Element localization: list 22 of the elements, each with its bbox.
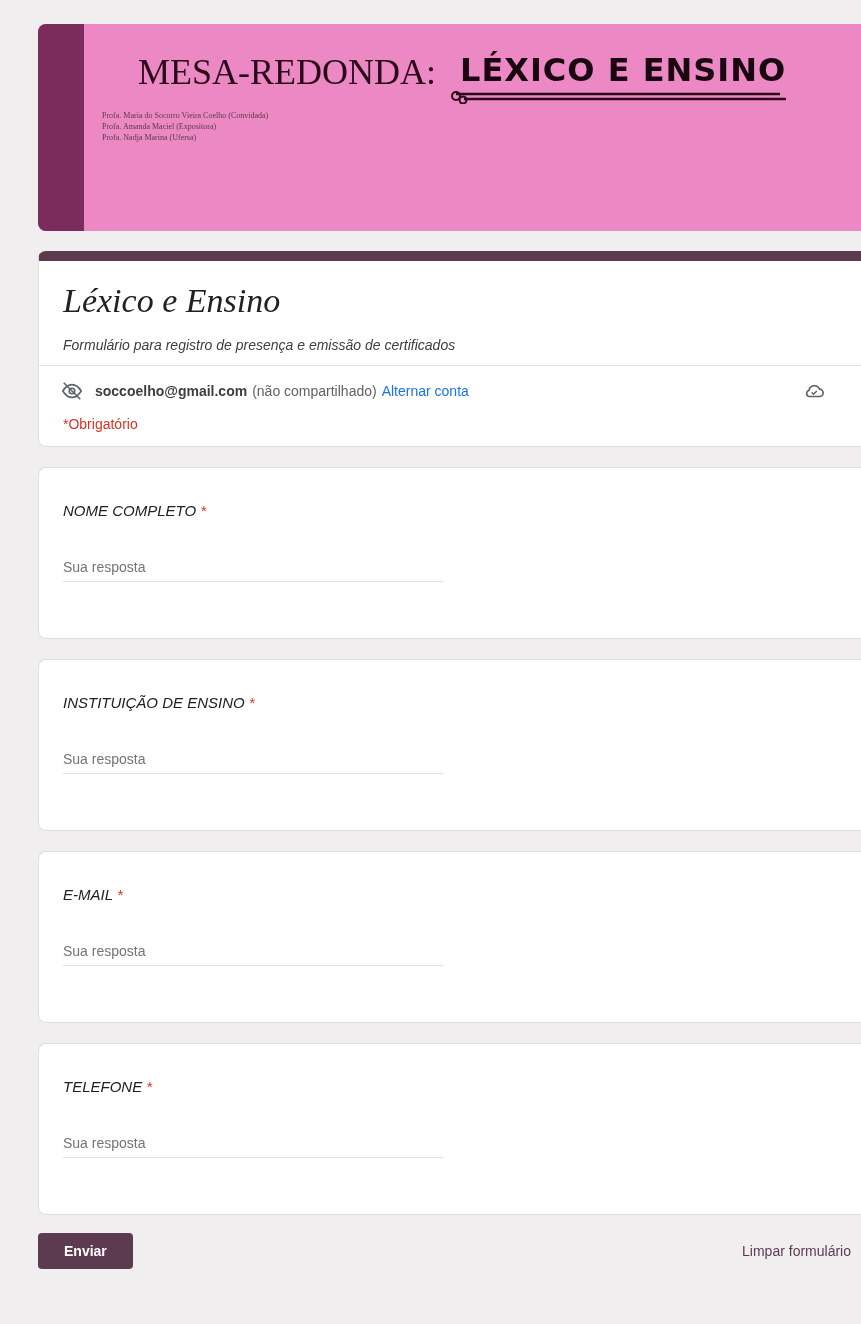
required-note: *Obrigatório: [62, 415, 139, 434]
question-label: E-MAIL *: [63, 886, 124, 903]
switch-account-link[interactable]: Alternar conta: [381, 383, 469, 399]
form-description: Formulário para registro de presença e emissão de certificados: [63, 337, 457, 353]
answer-field[interactable]: Sua resposta: [63, 937, 443, 966]
credit-line: Profa. Maria do Socorro Vieira Coelho (Convidada): [102, 110, 270, 121]
eye-slash-icon: [61, 380, 83, 402]
answer-field[interactable]: Sua resposta: [63, 1129, 443, 1158]
banner-title: MESA-REDONDA:: [138, 51, 436, 94]
question-label: INSTITUIÇÃO DE ENSINO *: [63, 694, 256, 711]
clear-form-link[interactable]: Limpar formulário: [742, 1243, 851, 1259]
submit-button[interactable]: Enviar: [38, 1233, 133, 1269]
answer-field[interactable]: Sua resposta: [63, 745, 443, 774]
credit-line: Profa. Amanda Maciel (Expositora): [102, 121, 218, 132]
credit-line: Profa. Nadja Marina (Ufersa): [102, 132, 198, 143]
answer-field[interactable]: Sua resposta: [63, 553, 443, 582]
question-label: NOME COMPLETO *: [63, 502, 208, 519]
form-title: Léxico e Ensino: [63, 281, 282, 321]
sharing-note: (não compartilhado): [252, 383, 377, 399]
question-label: TELEFONE *: [63, 1078, 154, 1095]
account-email: soccoelho@gmail.com: [95, 383, 248, 399]
banner-stylized-title: LÉXICO E ENSINO: [460, 50, 787, 90]
